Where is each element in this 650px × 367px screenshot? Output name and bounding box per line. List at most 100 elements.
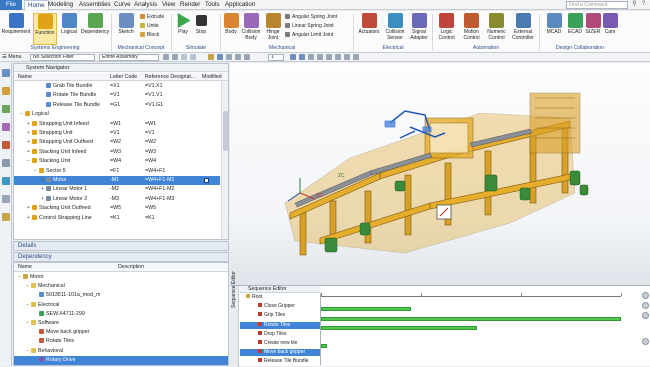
menu-render[interactable]: Render xyxy=(177,0,203,10)
selection-filter-dropdown[interactable]: No Selection Filter xyxy=(30,54,95,61)
navigator-row[interactable]: Rotate Tile Bundle =V1 =V1.V1 xyxy=(14,91,220,100)
sequence-row[interactable]: Grip Tiles xyxy=(240,312,320,319)
palette-tab-icon[interactable] xyxy=(2,213,10,221)
dependency-row[interactable]: Rotary Drive xyxy=(14,355,228,365)
collision-body-button[interactable]: Collision Body xyxy=(240,13,262,45)
roles-tab-icon[interactable] xyxy=(2,195,10,203)
sequence-row[interactable]: Close Gripper xyxy=(240,303,320,310)
navigator-row[interactable]: Release Tile Bundle =G1 =V1.G1 xyxy=(14,101,220,110)
zoom-out-icon[interactable] xyxy=(642,302,649,309)
body-button[interactable]: Body xyxy=(222,13,240,45)
motion-control-button[interactable]: Motion Control xyxy=(459,13,484,45)
cam-button[interactable]: Cam xyxy=(602,13,618,45)
hinge-joint-button[interactable]: Hinge Joint xyxy=(262,13,284,45)
menu-assemblies[interactable]: Assemblies xyxy=(76,0,114,10)
function-button[interactable]: Function xyxy=(33,13,57,45)
dependency-button[interactable]: Dependency xyxy=(80,13,110,45)
logical-button[interactable]: Logical xyxy=(58,13,80,45)
zoom-in-icon[interactable] xyxy=(642,292,649,299)
navigator-row[interactable]: + Linear Motor 1 -M2 =W4+F1-M2 xyxy=(14,185,220,194)
move-icon[interactable] xyxy=(208,54,214,60)
navigator-row[interactable]: Grab Tile Bundle =X1 =V1.X1 xyxy=(14,82,220,91)
column-name[interactable]: Name xyxy=(18,73,32,81)
physics-navigator-tab-icon[interactable] xyxy=(2,123,10,131)
navigator-row[interactable]: + Stacking Unit Outfeed =W5 =W5 xyxy=(14,204,220,213)
navigator-row[interactable]: + Control Strapping Line =K1 =K1 xyxy=(14,214,220,223)
view-orient-icon[interactable] xyxy=(290,54,296,60)
operation-duration-bar[interactable] xyxy=(321,325,477,330)
render-style-icon[interactable] xyxy=(299,54,305,60)
navigator-row[interactable]: − Logical xyxy=(14,110,220,119)
select-icon[interactable] xyxy=(163,54,169,60)
block-button[interactable]: Block xyxy=(140,32,159,38)
filter-icon[interactable] xyxy=(181,54,187,60)
zoom-fit-icon[interactable] xyxy=(642,312,649,319)
rotate-icon[interactable] xyxy=(217,54,223,60)
details-panel-header[interactable]: Details xyxy=(13,241,229,251)
dependency-row[interactable]: − Motor xyxy=(14,273,228,282)
external-controller-button[interactable]: External Controller xyxy=(509,13,537,45)
navigator-row[interactable]: − Sector 5 =F1 =W4+F1 xyxy=(14,167,220,176)
column-letter-code[interactable]: Letter Code xyxy=(110,73,137,81)
search-icon[interactable]: ⚲ xyxy=(631,1,638,8)
system-navigator-tab-icon[interactable] xyxy=(2,69,10,77)
snap-point-icon[interactable] xyxy=(308,54,314,60)
stop-button[interactable]: Stop xyxy=(192,13,210,45)
dependency-row[interactable]: Move back gripper xyxy=(14,328,228,337)
menu-modeling[interactable]: Modeling xyxy=(45,0,76,10)
column-modified[interactable]: Modified xyxy=(202,73,222,81)
logic-control-button[interactable]: Logic Control xyxy=(434,13,459,45)
signal-adapter-button[interactable]: Signal Adapter xyxy=(407,13,431,45)
help-icon[interactable]: ? xyxy=(640,1,647,8)
navigator-row[interactable]: + Motor -M1 =W4+F1-M1 xyxy=(14,176,220,186)
web-browser-tab-icon[interactable] xyxy=(2,177,10,185)
navigator-row[interactable]: − Stacking Unit =W4 =W4 xyxy=(14,157,220,166)
step-dropdown[interactable]: 1 xyxy=(268,54,284,61)
assembly-navigator-tab-icon[interactable] xyxy=(2,87,10,95)
menu-file[interactable]: File xyxy=(0,0,22,10)
zoom-icon[interactable] xyxy=(235,54,241,60)
dependency-row[interactable]: 5013511-101a_mod_m xyxy=(14,291,228,300)
dependency-row[interactable]: − Software xyxy=(14,319,228,328)
sequence-timeline[interactable] xyxy=(320,293,636,365)
sketch-button[interactable]: Sketch xyxy=(113,13,139,45)
sequence-row[interactable]: Create new tile xyxy=(240,340,320,347)
menu-button[interactable]: ☰ Menu xyxy=(2,54,21,61)
command-search-input[interactable]: Find a Command xyxy=(566,1,628,9)
extrude-button[interactable]: Extrude xyxy=(140,14,164,20)
operation-duration-bar[interactable] xyxy=(321,307,411,312)
fit-icon[interactable] xyxy=(226,54,232,60)
unite-button[interactable]: Unite xyxy=(140,23,159,29)
history-tab-icon[interactable] xyxy=(2,159,10,167)
angular-spring-joint-button[interactable]: Angular Spring Joint xyxy=(285,14,337,20)
sequence-editor-side-tab[interactable]: Sequence Editor xyxy=(230,271,239,367)
sizer-button[interactable]: SIZER xyxy=(584,13,602,45)
linear-spring-joint-button[interactable]: Linear Spring Joint xyxy=(285,23,334,29)
dependency-row[interactable]: − Behavioral xyxy=(14,347,228,356)
operation-duration-bar[interactable] xyxy=(321,344,327,349)
dependency-row[interactable]: − Mechanical xyxy=(14,282,228,291)
menu-view[interactable]: View xyxy=(159,0,178,10)
assembly-scope-dropdown[interactable]: Entire Assembly xyxy=(99,54,159,61)
play-sequence-icon[interactable] xyxy=(642,338,649,345)
dependency-row[interactable]: SEW.X4711-299 xyxy=(14,310,228,319)
sequence-row[interactable]: Drop Tiles xyxy=(240,330,320,338)
navigator-row[interactable]: + Strapping Unit =V1 =V1 xyxy=(14,129,220,138)
dep-column-description[interactable]: Description xyxy=(118,263,144,271)
ecad-button[interactable]: ECAD xyxy=(566,13,584,45)
menu-tools[interactable]: Tools xyxy=(202,0,222,10)
actuators-button[interactable]: Actuators xyxy=(355,13,383,45)
sequence-row[interactable]: Release Tile Bundle xyxy=(240,358,320,365)
snap-tangent-icon[interactable] xyxy=(353,54,359,60)
scrollbar-thumb[interactable] xyxy=(223,111,228,151)
mcad-button[interactable]: MCAD xyxy=(542,13,566,45)
pan-icon[interactable] xyxy=(244,54,250,60)
navigator-scrollbar[interactable] xyxy=(221,81,228,239)
collision-sensor-button[interactable]: Collision Sensor xyxy=(383,13,407,45)
dependency-panel-header[interactable]: Dependency xyxy=(13,252,229,262)
numeric-control-button[interactable]: Numeric Control xyxy=(484,13,509,45)
reuse-library-tab-icon[interactable] xyxy=(2,141,10,149)
angular-limit-joint-button[interactable]: Angular Limit Joint xyxy=(285,32,333,38)
requirement-button[interactable]: Requirement xyxy=(1,13,31,45)
snap-end-icon[interactable] xyxy=(317,54,323,60)
